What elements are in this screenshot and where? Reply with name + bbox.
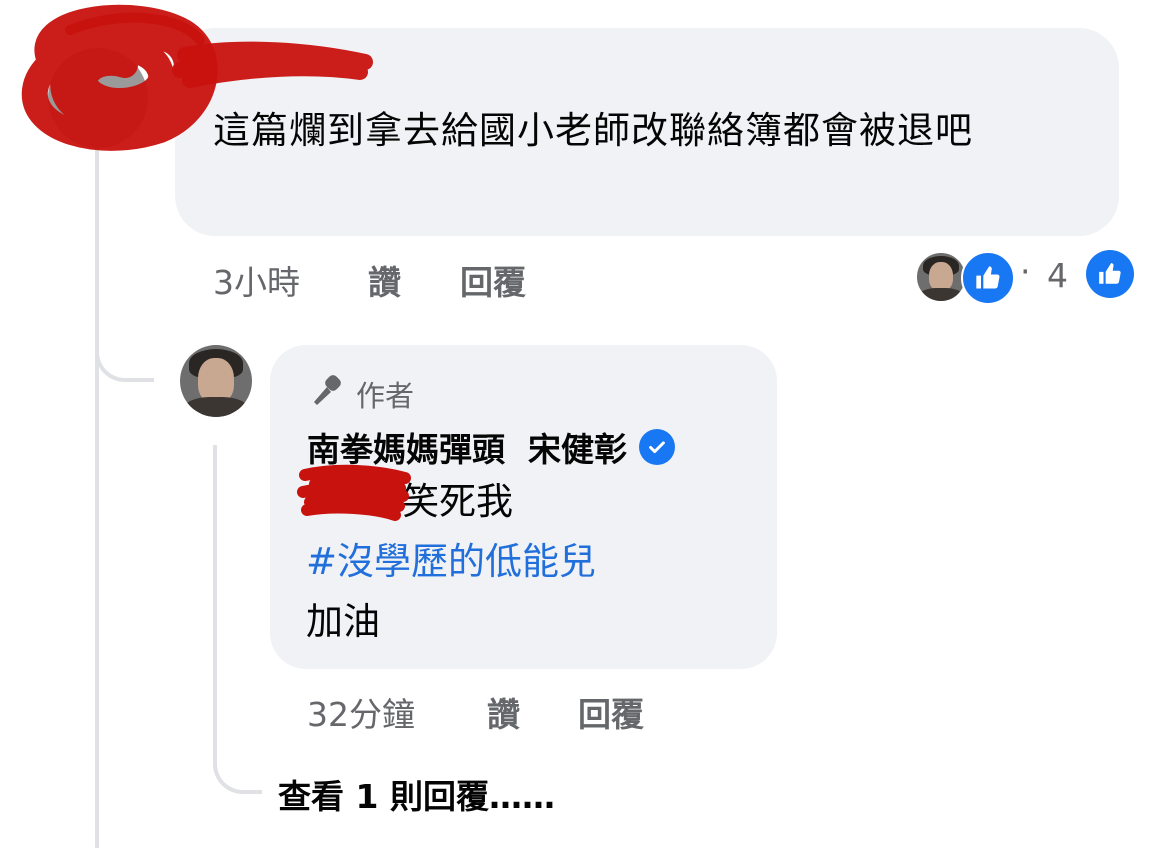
thread-line-main <box>95 120 99 848</box>
reply-text-line3: 加油 <box>306 600 380 643</box>
reply-reply-button[interactable]: 回覆 <box>578 688 644 736</box>
thread-connector-view-replies <box>213 720 262 794</box>
hashtag-link[interactable]: #沒學歷的低能兒 <box>306 532 596 592</box>
reaction-dot: · <box>1020 252 1031 291</box>
reply-like-button[interactable]: 讚 <box>487 688 520 736</box>
author-badge-label: 作者 <box>356 378 415 413</box>
verified-badge-icon <box>638 429 675 465</box>
reactor-avatar[interactable] <box>915 251 967 303</box>
view-more-replies-link[interactable]: 查看 1 則回覆…… <box>278 770 555 818</box>
reply-text-line1: 笑死我 <box>402 480 513 523</box>
like-reaction-icon[interactable] <box>961 251 1015 305</box>
comment-timestamp[interactable]: 3小時 <box>213 256 300 304</box>
redaction-scribble-mention <box>297 464 411 521</box>
redaction-scribble-commenter <box>21 4 373 151</box>
comment-reply-button[interactable]: 回覆 <box>460 256 526 304</box>
author-avatar[interactable] <box>180 345 252 417</box>
like-icon-button[interactable] <box>1086 250 1134 298</box>
reaction-count[interactable]: 4 <box>1047 256 1068 295</box>
reply-timestamp[interactable]: 32分鐘 <box>307 688 415 736</box>
author-badge: 作者 <box>308 372 414 415</box>
microphone-icon <box>308 372 346 415</box>
comment-like-button[interactable]: 讚 <box>368 256 401 304</box>
thread-line-reply <box>213 445 217 745</box>
thread-connector-reply <box>95 300 154 382</box>
